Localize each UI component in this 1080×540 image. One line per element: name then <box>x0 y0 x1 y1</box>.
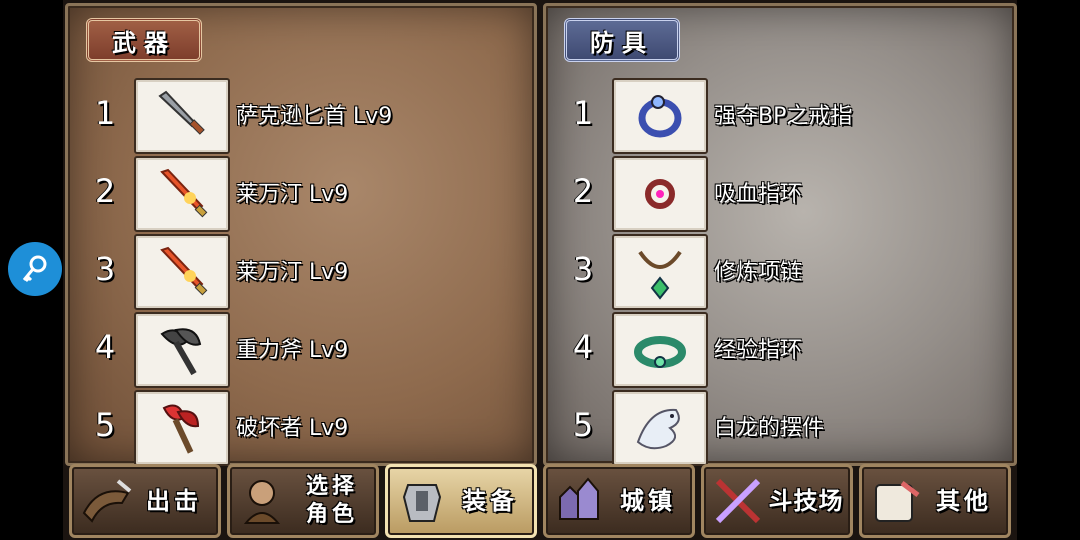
sortie-icon <box>82 479 132 523</box>
white-dragon-icon <box>612 390 708 466</box>
flame-sword-icon <box>134 156 230 232</box>
character-icon <box>243 480 281 524</box>
key-icon <box>22 255 47 283</box>
equipment-icon <box>402 484 442 522</box>
bottom-menu: 出击 选择 角色 装备 城镇 斗技场 其他 <box>69 464 1011 538</box>
armor-slot-3[interactable]: 3 修炼项链 <box>546 234 1014 310</box>
item-name: 破坏者 Lv9 <box>236 416 349 441</box>
tab-other[interactable]: 其他 <box>859 464 1011 538</box>
blue-ring-icon <box>612 78 708 154</box>
tab-label: 选择 角色 <box>305 474 358 527</box>
slot-number: 4 <box>572 328 594 366</box>
green-ring-icon <box>612 312 708 388</box>
tab-label: 其他 <box>936 487 992 515</box>
item-name: 白龙的摆件 <box>714 416 825 441</box>
game-screen: 武器 1 萨克逊匕首 Lv9 2 莱万汀 Lv9 3 莱万汀 Lv9 4 重力斧… <box>63 0 1017 540</box>
slot-number: 2 <box>94 172 116 210</box>
item-name: 莱万汀 Lv9 <box>236 260 349 285</box>
armor-slot-5[interactable]: 5 白龙的摆件 <box>546 390 1014 466</box>
arena-icon <box>715 478 761 524</box>
tab-label: 城镇 <box>620 487 676 515</box>
red-ring-icon <box>612 156 708 232</box>
key-overlay-button[interactable] <box>8 242 62 296</box>
town-icon <box>559 477 599 520</box>
necklace-icon <box>612 234 708 310</box>
weapons-title: 武器 <box>86 18 202 62</box>
weapon-slot-4[interactable]: 4 重力斧 Lv9 <box>68 312 534 388</box>
tab-label: 装备 <box>462 487 518 515</box>
weapon-slot-3[interactable]: 3 莱万汀 Lv9 <box>68 234 534 310</box>
item-name: 强夺BP之戒指 <box>714 104 853 129</box>
item-name: 吸血指环 <box>714 182 803 207</box>
armor-slot-1[interactable]: 1 强夺BP之戒指 <box>546 78 1014 154</box>
armor-slot-2[interactable]: 2 吸血指环 <box>546 156 1014 232</box>
slot-number: 1 <box>572 94 594 132</box>
tab-character-select[interactable]: 选择 角色 <box>227 464 379 538</box>
dagger-icon <box>134 78 230 154</box>
armor-slot-4[interactable]: 4 经验指环 <box>546 312 1014 388</box>
tab-label: 斗技场 <box>768 487 844 515</box>
item-name: 经验指环 <box>714 338 803 363</box>
tab-equipment[interactable]: 装备 <box>385 464 537 538</box>
weapon-slot-1[interactable]: 1 萨克逊匕首 Lv9 <box>68 78 534 154</box>
flame-sword-icon <box>134 234 230 310</box>
slot-number: 1 <box>94 94 116 132</box>
tab-sortie[interactable]: 出击 <box>69 464 221 538</box>
other-icon <box>875 481 920 522</box>
item-name: 莱万汀 Lv9 <box>236 182 349 207</box>
weapon-slot-5[interactable]: 5 破坏者 Lv9 <box>68 390 534 466</box>
slot-number: 3 <box>94 250 116 288</box>
slot-number: 5 <box>572 406 594 444</box>
tab-label: 出击 <box>146 487 202 515</box>
slot-number: 4 <box>94 328 116 366</box>
weapon-slot-2[interactable]: 2 莱万汀 Lv9 <box>68 156 534 232</box>
item-name: 萨克逊匕首 Lv9 <box>236 104 393 129</box>
tab-town[interactable]: 城镇 <box>543 464 695 538</box>
axe-icon <box>134 312 230 388</box>
item-name: 修炼项链 <box>714 260 803 285</box>
red-axe-icon <box>134 390 230 466</box>
slot-number: 3 <box>572 250 594 288</box>
weapons-panel: 武器 1 萨克逊匕首 Lv9 2 莱万汀 Lv9 3 莱万汀 Lv9 4 重力斧… <box>65 3 537 466</box>
slot-number: 5 <box>94 406 116 444</box>
armor-panel: 防具 1 强夺BP之戒指 2 吸血指环 3 修炼项链 4 经验指环 5 白龙的摆… <box>543 3 1017 466</box>
slot-number: 2 <box>572 172 594 210</box>
armor-title: 防具 <box>564 18 680 62</box>
tab-arena[interactable]: 斗技场 <box>701 464 853 538</box>
item-name: 重力斧 Lv9 <box>236 338 349 363</box>
